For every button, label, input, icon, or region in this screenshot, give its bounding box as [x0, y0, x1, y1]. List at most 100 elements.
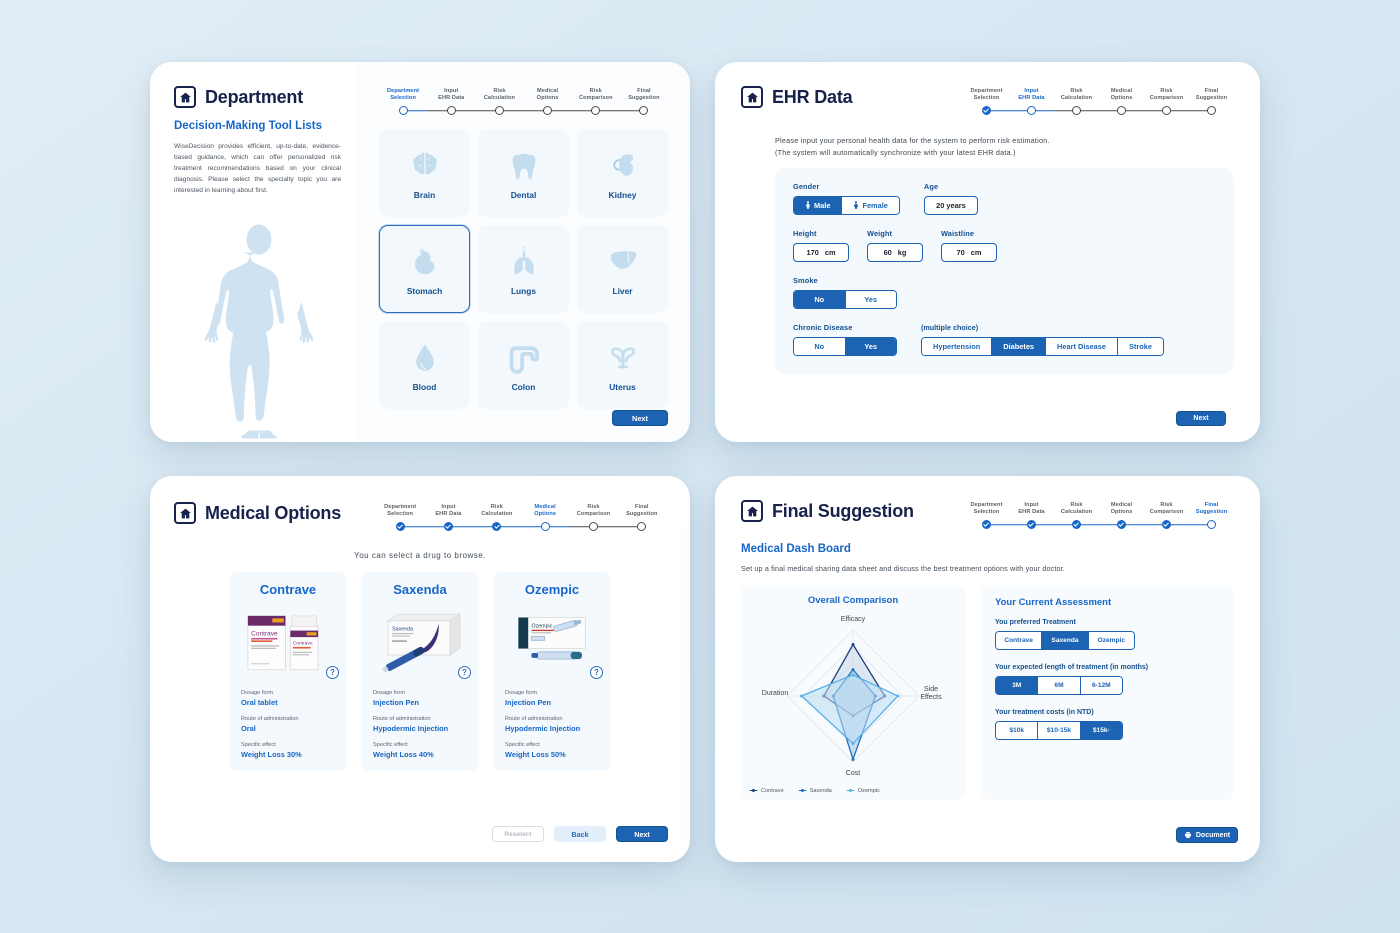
treatment-cost-control[interactable]: $10k $10-15k $15k-	[995, 720, 1123, 740]
step-dot[interactable]	[540, 522, 550, 532]
length-option-6-12m[interactable]: 6-12M	[1080, 676, 1122, 694]
length-option-3m[interactable]: 3M	[996, 676, 1039, 694]
document-button[interactable]: Document	[1176, 827, 1238, 843]
step-dot[interactable]	[395, 522, 405, 532]
step-dot[interactable]	[492, 522, 502, 532]
step-dot[interactable]	[588, 522, 598, 532]
next-button[interactable]: Next	[612, 410, 668, 426]
smoke-option-yes[interactable]: Yes	[845, 290, 896, 308]
step-2[interactable]: Input EHR Data	[1009, 502, 1054, 531]
step-dot[interactable]	[637, 522, 647, 532]
chronic-option-no[interactable]: No	[794, 337, 846, 355]
organ-card-colon[interactable]: Colon	[478, 320, 569, 409]
step-6[interactable]: Final Suggestion	[1189, 88, 1234, 117]
step-dot[interactable]	[1027, 520, 1036, 530]
conditions-segmented-control[interactable]: Hypertension Diabetes Heart Disease Stroke	[921, 336, 1164, 356]
drug-card-ozempic[interactable]: Ozempic Ozempic? Dosage form Injection Pen R…	[493, 571, 611, 771]
gender-segmented-control[interactable]: Male Female	[793, 195, 900, 215]
step-5[interactable]: Risk Comparison	[569, 504, 618, 533]
step-6[interactable]: Final Suggestion	[617, 504, 666, 533]
step-3[interactable]: Risk Calculation	[1054, 88, 1099, 117]
step-dot[interactable]	[1162, 520, 1171, 530]
cost-option-15k[interactable]: $15k-	[1080, 721, 1122, 739]
chronic-option-yes[interactable]: Yes	[845, 337, 896, 355]
step-dot[interactable]	[982, 106, 991, 116]
gender-option-female[interactable]: Female	[842, 196, 899, 214]
step-2[interactable]: Input EHR Data	[424, 504, 473, 533]
preferred-option-ozempic[interactable]: Ozempic	[1088, 631, 1134, 649]
step-2[interactable]: Input EHR Data	[1009, 88, 1054, 117]
step-dot[interactable]	[1072, 520, 1081, 530]
step-1[interactable]: Department Selection	[376, 504, 425, 533]
step-4[interactable]: Medical Options	[1099, 88, 1144, 117]
organ-card-brain[interactable]: Brain	[379, 128, 470, 217]
organ-card-kidney[interactable]: Kidney	[577, 128, 668, 217]
step-1[interactable]: Department Selection	[964, 88, 1009, 117]
step-6[interactable]: Final Suggestion	[619, 88, 668, 117]
step-dot[interactable]	[494, 106, 504, 116]
organ-card-stomach[interactable]: Stomach	[379, 224, 470, 313]
step-2[interactable]: Input EHR Data	[427, 88, 476, 117]
preferred-option-saxenda[interactable]: Saxenda	[1042, 631, 1089, 649]
step-4[interactable]: Medical Options	[523, 88, 572, 117]
step-5[interactable]: Risk Comparison	[1144, 88, 1189, 117]
length-option-6m[interactable]: 6M	[1038, 676, 1081, 694]
smoke-segmented-control[interactable]: No Yes	[793, 289, 897, 309]
legend-item-contrave[interactable]: Contrave	[749, 788, 784, 794]
condition-option-heart-disease[interactable]: Heart Disease	[1046, 337, 1118, 355]
cost-option-10-15k[interactable]: $10-15k	[1038, 721, 1081, 739]
back-button[interactable]: Back	[554, 826, 606, 842]
organ-card-dental[interactable]: Dental	[478, 128, 569, 217]
cost-option-10k[interactable]: $10k	[996, 721, 1039, 739]
preferred-option-contrave[interactable]: Contrave	[996, 631, 1043, 649]
step-dot[interactable]	[982, 520, 991, 530]
preferred-treatment-control[interactable]: Contrave Saxenda Ozempic	[995, 630, 1135, 650]
step-dot[interactable]	[1027, 106, 1036, 116]
step-dot[interactable]	[591, 106, 601, 116]
condition-option-stroke[interactable]: Stroke	[1117, 337, 1163, 355]
waistline-input[interactable]: 70 cm	[941, 242, 997, 262]
legend-item-ozempic[interactable]: Ozempic	[846, 788, 880, 794]
step-6[interactable]: Final Suggestion	[1189, 502, 1234, 531]
next-button[interactable]: Next	[1176, 411, 1226, 426]
smoke-option-no[interactable]: No	[794, 290, 846, 308]
step-3[interactable]: Risk Calculation	[472, 504, 521, 533]
step-dot[interactable]	[446, 106, 456, 116]
help-icon[interactable]: ?	[590, 665, 603, 679]
help-icon[interactable]: ?	[326, 665, 339, 679]
step-dot[interactable]	[1072, 106, 1081, 116]
organ-card-liver[interactable]: Liver	[577, 224, 668, 313]
step-4[interactable]: Medical Options	[520, 504, 570, 533]
chronic-segmented-control[interactable]: No Yes	[793, 336, 897, 356]
step-3[interactable]: Risk Calculation	[1054, 502, 1099, 531]
gender-option-male[interactable]: Male	[794, 196, 843, 214]
drug-card-contrave[interactable]: Contrave Contrave Contrave? Dosage form Oral…	[229, 571, 347, 771]
treatment-length-control[interactable]: 3M 6M 6-12M	[995, 675, 1123, 695]
step-dot[interactable]	[543, 106, 553, 116]
step-5[interactable]: Risk Comparison	[571, 88, 620, 117]
step-3[interactable]: Risk Calculation	[475, 88, 524, 117]
organ-card-uterus[interactable]: Uterus	[577, 320, 668, 409]
help-icon[interactable]: ?	[458, 665, 471, 679]
organ-card-blood[interactable]: Blood	[379, 320, 470, 409]
step-dot[interactable]	[1117, 520, 1126, 530]
legend-item-saxenda[interactable]: Saxenda	[798, 788, 832, 794]
condition-option-hypertension[interactable]: Hypertension	[922, 337, 993, 355]
step-dot[interactable]	[1207, 520, 1216, 530]
reselect-button[interactable]: Reselect	[492, 826, 544, 842]
step-dot[interactable]	[639, 106, 649, 116]
step-dot[interactable]	[1162, 106, 1171, 116]
organ-card-lungs[interactable]: Lungs	[478, 224, 569, 313]
step-1[interactable]: Department Selection	[379, 88, 428, 117]
step-dot[interactable]	[443, 522, 453, 532]
step-dot[interactable]	[1207, 106, 1216, 116]
step-dot[interactable]	[398, 106, 408, 116]
step-dot[interactable]	[1117, 106, 1126, 116]
step-4[interactable]: Medical Options	[1099, 502, 1144, 531]
next-button[interactable]: Next	[616, 826, 668, 842]
condition-option-diabetes[interactable]: Diabetes	[992, 337, 1047, 355]
step-5[interactable]: Risk Comparison	[1144, 502, 1189, 531]
drug-card-saxenda[interactable]: Saxenda Saxenda? Dosage form Injection Pen R…	[361, 571, 479, 771]
height-input[interactable]: 170 cm	[793, 242, 849, 262]
step-1[interactable]: Department Selection	[964, 502, 1009, 531]
